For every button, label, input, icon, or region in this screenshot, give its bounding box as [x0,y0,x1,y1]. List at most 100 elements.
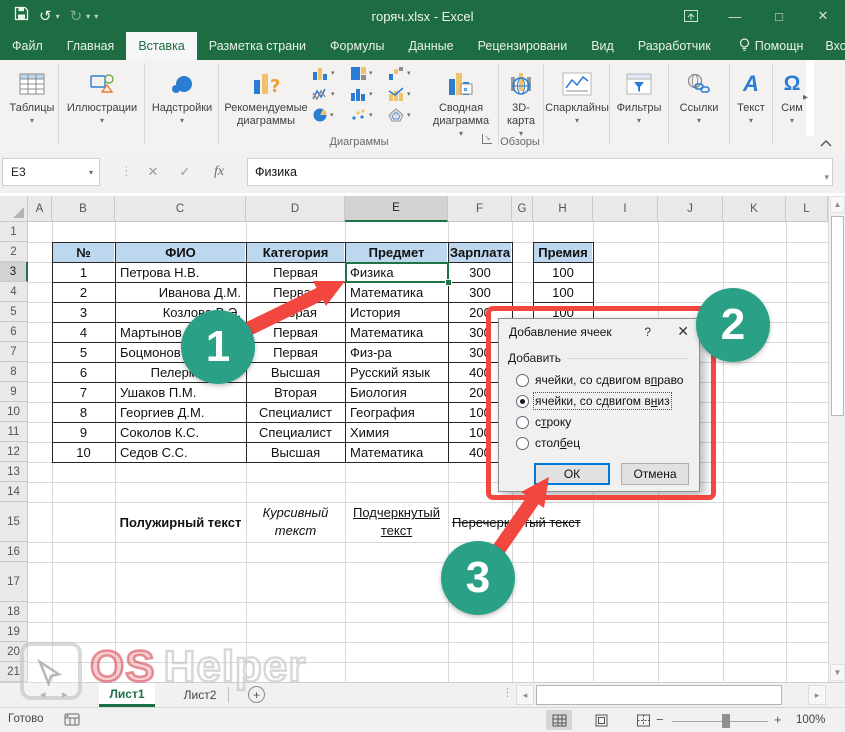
cell-D5[interactable]: Вторая [247,303,344,322]
row-header-16[interactable]: 16 [0,542,28,562]
cell-E11[interactable]: Химия [346,423,447,442]
record-macro-icon[interactable] [64,713,80,729]
scroll-down-icon[interactable]: ▼ [830,664,845,681]
column-header-B[interactable]: B [52,196,115,222]
row-header-2[interactable]: 2 [0,242,28,262]
cell-E8[interactable]: Русский язык [346,363,447,382]
cell-C10[interactable]: Георгиев Д.М. [116,403,245,422]
row-header-7[interactable]: 7 [0,342,28,362]
column-header-G[interactable]: G [512,196,533,222]
vertical-scrollbar[interactable]: ▲ ▼ [828,196,845,682]
row-header-15[interactable]: 15 [0,502,28,542]
column-header-E[interactable]: E [345,196,448,222]
row-header-21[interactable]: 21 [0,662,28,682]
column-header-F[interactable]: F [448,196,512,222]
cell-F4[interactable]: 300 [449,283,511,302]
row-header-19[interactable]: 19 [0,622,28,642]
cell-D10[interactable]: Специалист [247,403,344,422]
cell-E4[interactable]: Математика [346,283,447,302]
cell-D11[interactable]: Специалист [247,423,344,442]
header-cell-D2[interactable]: Категория [247,243,344,262]
cell-F3[interactable]: 300 [449,263,511,282]
cell-B5[interactable]: 3 [53,303,114,322]
next-sheet-icon[interactable]: ▸ [62,688,68,701]
column-header-A[interactable]: A [28,196,52,222]
header-cell-F2[interactable]: Зарплата [449,243,511,262]
cell-E12[interactable]: Математика [346,443,447,462]
zoom-slider-track[interactable] [672,721,768,722]
column-header-C[interactable]: C [115,196,246,222]
vertical-scroll-thumb[interactable] [831,216,844,416]
header-cell-C2[interactable]: ФИО [116,243,245,262]
cell-B4[interactable]: 2 [53,283,114,302]
row-header-17[interactable]: 17 [0,562,28,602]
header-cell-E2[interactable]: Предмет [346,243,447,262]
column-header-H[interactable]: H [533,196,593,222]
header-cell-H2[interactable]: Премия [534,243,592,262]
zoom-out-icon[interactable]: − [656,712,664,727]
row-header-18[interactable]: 18 [0,602,28,622]
cell-D4[interactable]: Первая [247,283,344,302]
cell-C15[interactable]: Полужирный текст [116,503,245,541]
cell-C3[interactable]: Петрова Н.В. [116,263,245,282]
cell-D12[interactable]: Высшая [247,443,344,462]
cell-H3[interactable]: 100 [534,263,592,282]
cell-D9[interactable]: Вторая [247,383,344,402]
row-header-10[interactable]: 10 [0,402,28,422]
cell-B8[interactable]: 6 [53,363,114,382]
row-header-13[interactable]: 13 [0,462,28,482]
cell-E6[interactable]: Математика [346,323,447,342]
prev-sheet-icon[interactable]: ◂ [40,688,46,701]
column-header-J[interactable]: J [658,196,723,222]
cell-B7[interactable]: 5 [53,343,114,362]
cell-E9[interactable]: Биология [346,383,447,402]
sheet-tab-list1[interactable]: Лист1 [99,683,155,707]
cell-D6[interactable]: Первая [247,323,344,342]
cell-B10[interactable]: 8 [53,403,114,422]
normal-view-icon[interactable] [546,710,572,730]
scroll-right-icon[interactable]: ▸ [808,685,826,705]
cell-C4[interactable]: Иванова Д.М. [116,283,245,302]
cell-E5[interactable]: История [346,303,447,322]
row-header-11[interactable]: 11 [0,422,28,442]
row-header-5[interactable]: 5 [0,302,28,322]
cell-E15[interactable]: Подчеркнутый текст [346,503,447,541]
cell-B9[interactable]: 7 [53,383,114,402]
cell-D15[interactable]: Курсивный текст [247,503,344,541]
column-header-I[interactable]: I [593,196,658,222]
row-header-9[interactable]: 9 [0,382,28,402]
row-header-14[interactable]: 14 [0,482,28,502]
header-cell-B2[interactable]: № [53,243,114,262]
horizontal-scroll-thumb[interactable] [536,685,782,705]
cell-C12[interactable]: Седов С.С. [116,443,245,462]
row-header-20[interactable]: 20 [0,642,28,662]
cell-B6[interactable]: 4 [53,323,114,342]
cell-E7[interactable]: Физ-ра [346,343,447,362]
column-header-K[interactable]: K [723,196,786,222]
scroll-up-icon[interactable]: ▲ [830,196,845,213]
row-header-3[interactable]: 3 [0,262,28,282]
scroll-left-icon[interactable]: ◂ [516,685,534,705]
cell-D7[interactable]: Первая [247,343,344,362]
column-header-L[interactable]: L [786,196,828,222]
zoom-slider-thumb[interactable] [722,714,730,728]
new-sheet-icon[interactable]: + [248,686,265,703]
cell-C11[interactable]: Соколов К.С. [116,423,245,442]
page-layout-view-icon[interactable] [588,710,614,730]
page-break-view-icon[interactable] [630,710,656,730]
row-header-4[interactable]: 4 [0,282,28,302]
zoom-level[interactable]: 100% [796,714,825,726]
scrollbar-resize-handle[interactable]: ⋮ [502,686,513,699]
cell-E10[interactable]: География [346,403,447,422]
cell-F15[interactable]: Перечеркнутый текст [452,502,581,542]
column-header-D[interactable]: D [246,196,345,222]
zoom-in-icon[interactable]: + [774,712,782,727]
cell-B11[interactable]: 9 [53,423,114,442]
fill-handle[interactable] [445,279,452,286]
cell-B12[interactable]: 10 [53,443,114,462]
row-header-6[interactable]: 6 [0,322,28,342]
row-header-8[interactable]: 8 [0,362,28,382]
cell-C9[interactable]: Ушаков П.М. [116,383,245,402]
cell-H4[interactable]: 100 [534,283,592,302]
cell-B3[interactable]: 1 [53,263,114,282]
